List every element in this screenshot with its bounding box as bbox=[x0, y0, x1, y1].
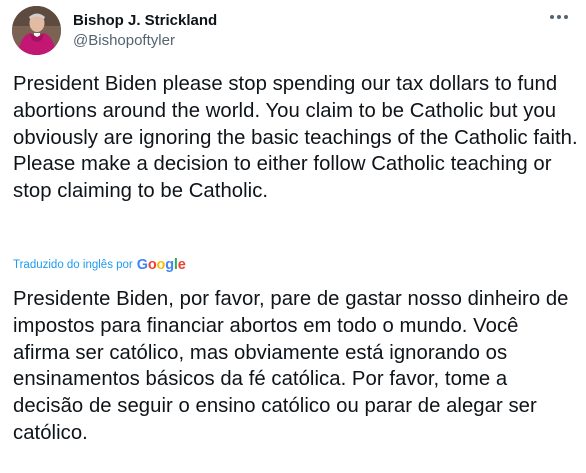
google-logo: Google bbox=[136, 257, 186, 273]
translation-attribution[interactable]: Traduzido do inglês por Google bbox=[13, 256, 186, 274]
translated-tweet-text: Presidente Biden, por favor, pare de gas… bbox=[13, 288, 569, 444]
avatar[interactable] bbox=[12, 6, 61, 55]
tweet-text: President Biden please stop spending our… bbox=[13, 73, 578, 203]
author-display-name[interactable]: Bishop J. Strickland bbox=[73, 12, 217, 30]
more-horizontal-icon bbox=[550, 15, 568, 19]
more-options-button[interactable] bbox=[546, 6, 572, 28]
author-handle[interactable]: @Bishopoftyler bbox=[73, 32, 175, 50]
translation-label: Traduzido do inglês por bbox=[13, 259, 133, 271]
tweet-card: Bishop J. Strickland @Bishopoftyler Pres… bbox=[0, 0, 586, 473]
avatar-photo-icon bbox=[12, 6, 61, 55]
